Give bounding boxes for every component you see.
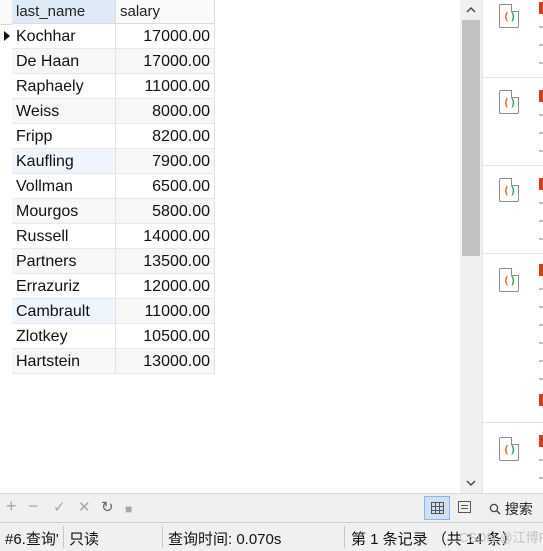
side-panel: () () () () () (482, 0, 543, 493)
row-marker[interactable] (0, 149, 12, 174)
search-label: 搜索 (504, 501, 533, 517)
code-file-icon: () (499, 437, 519, 461)
delete-record-icon[interactable]: − (28, 497, 39, 515)
cell-salary[interactable]: 8000.00 (116, 99, 215, 124)
row-marker[interactable] (0, 299, 12, 324)
cell-last-name[interactable]: Zlotkey (12, 324, 116, 349)
code-file-icon: () (499, 4, 519, 28)
row-marker-header (0, 0, 12, 25)
cell-salary[interactable]: 6500.00 (116, 174, 215, 199)
row-marker[interactable] (0, 324, 12, 349)
grid-view-icon (431, 502, 444, 514)
table-row[interactable]: Raphaely 11000.00 (0, 74, 215, 99)
stop-icon[interactable]: ■ (125, 501, 132, 517)
row-marker[interactable] (0, 49, 12, 74)
column-header-salary[interactable]: salary (116, 0, 215, 24)
cell-salary[interactable]: 8200.00 (116, 124, 215, 149)
cell-salary[interactable]: 10500.00 (116, 324, 215, 349)
side-panel-item[interactable]: () (483, 0, 543, 78)
grid-view-button[interactable] (424, 496, 450, 520)
cell-last-name[interactable]: Fripp (12, 124, 116, 149)
table-row[interactable]: Russell 14000.00 (0, 224, 215, 249)
grid-toolbar: + − ✓ ✕ ↻ ■ 搜索 (0, 493, 543, 523)
cell-last-name[interactable]: Errazuriz (12, 274, 116, 299)
watermark: CSDN @江博R (459, 530, 543, 545)
cell-last-name[interactable]: Hartstein (12, 349, 116, 374)
cell-last-name[interactable]: Weiss (12, 99, 116, 124)
form-view-button[interactable] (452, 496, 478, 520)
cell-salary[interactable]: 14000.00 (116, 224, 215, 249)
cell-salary[interactable]: 13000.00 (116, 349, 215, 374)
row-marker[interactable] (0, 199, 12, 224)
row-marker[interactable] (0, 99, 12, 124)
cell-last-name[interactable]: Partners (12, 249, 116, 274)
side-panel-item[interactable]: () (483, 254, 543, 423)
cell-salary[interactable]: 17000.00 (116, 24, 215, 49)
cell-last-name[interactable]: De Haan (12, 49, 116, 74)
add-record-icon[interactable]: + (6, 497, 17, 515)
cell-salary[interactable]: 17000.00 (116, 49, 215, 74)
form-view-icon (458, 501, 471, 513)
table-row[interactable]: Fripp 8200.00 (0, 124, 215, 149)
table-row[interactable]: Weiss 8000.00 (0, 99, 215, 124)
side-panel-item[interactable]: () (483, 78, 543, 166)
apply-changes-icon[interactable]: ✓ (53, 500, 66, 516)
vertical-scrollbar[interactable] (460, 0, 482, 493)
cell-salary[interactable]: 11000.00 (116, 299, 215, 324)
row-marker[interactable] (0, 224, 12, 249)
current-row-arrow-icon (4, 31, 10, 41)
table-row[interactable]: De Haan 17000.00 (0, 49, 215, 74)
cell-salary[interactable]: 5800.00 (116, 199, 215, 224)
cell-last-name[interactable]: Russell (12, 224, 116, 249)
table-row[interactable]: Errazuriz 12000.00 (0, 274, 215, 299)
table-row[interactable]: Mourgos 5800.00 (0, 199, 215, 224)
cell-salary[interactable]: 11000.00 (116, 74, 215, 99)
query-time-label: 查询时间: 0.070s (168, 531, 282, 548)
cell-salary[interactable]: 12000.00 (116, 274, 215, 299)
row-marker[interactable] (0, 74, 12, 99)
side-panel-item[interactable]: () (483, 166, 543, 254)
cell-last-name[interactable]: Cambrault (12, 299, 116, 324)
cell-last-name[interactable]: Mourgos (12, 199, 116, 224)
table-row[interactable]: Kochhar 17000.00 (0, 24, 215, 49)
search-button[interactable]: 搜索 (489, 499, 533, 519)
row-marker[interactable] (0, 24, 12, 49)
cell-last-name[interactable]: Kochhar (12, 24, 116, 49)
row-marker[interactable] (0, 349, 12, 374)
table-row[interactable]: Zlotkey 10500.00 (0, 324, 215, 349)
table-row[interactable]: Kaufling 7900.00 (0, 149, 215, 174)
readonly-label: 只读 (69, 531, 100, 548)
refresh-icon[interactable]: ↻ (101, 500, 114, 516)
column-header-last-name[interactable]: last_name (12, 0, 116, 24)
code-file-icon: () (499, 178, 519, 202)
search-icon (489, 503, 501, 515)
code-file-icon: () (499, 90, 519, 114)
cell-last-name[interactable]: Raphaely (12, 74, 116, 99)
cell-salary[interactable]: 13500.00 (116, 249, 215, 274)
cell-last-name[interactable]: Kaufling (12, 149, 116, 174)
table-row[interactable]: Hartstein 13000.00 (0, 349, 215, 374)
result-grid[interactable]: last_name salary Kochhar 17000.00 De Haan 1… (0, 0, 460, 493)
discard-changes-icon[interactable]: ✕ (78, 500, 91, 516)
query-tab-label: #6.查询' (5, 531, 59, 548)
scroll-up-icon[interactable] (460, 0, 482, 20)
table-row[interactable]: Vollman 6500.00 (0, 174, 215, 199)
cell-last-name[interactable]: Vollman (12, 174, 116, 199)
row-marker[interactable] (0, 124, 12, 149)
cell-salary[interactable]: 7900.00 (116, 149, 215, 174)
scroll-down-icon[interactable] (460, 473, 482, 493)
side-panel-item[interactable]: () (483, 423, 543, 493)
row-marker[interactable] (0, 249, 12, 274)
row-marker[interactable] (0, 174, 12, 199)
table-row[interactable]: Cambrault 11000.00 (0, 299, 215, 324)
row-marker[interactable] (0, 274, 12, 299)
scroll-thumb[interactable] (462, 20, 480, 256)
code-file-icon: () (499, 268, 519, 292)
table-row[interactable]: Partners 13500.00 (0, 249, 215, 274)
